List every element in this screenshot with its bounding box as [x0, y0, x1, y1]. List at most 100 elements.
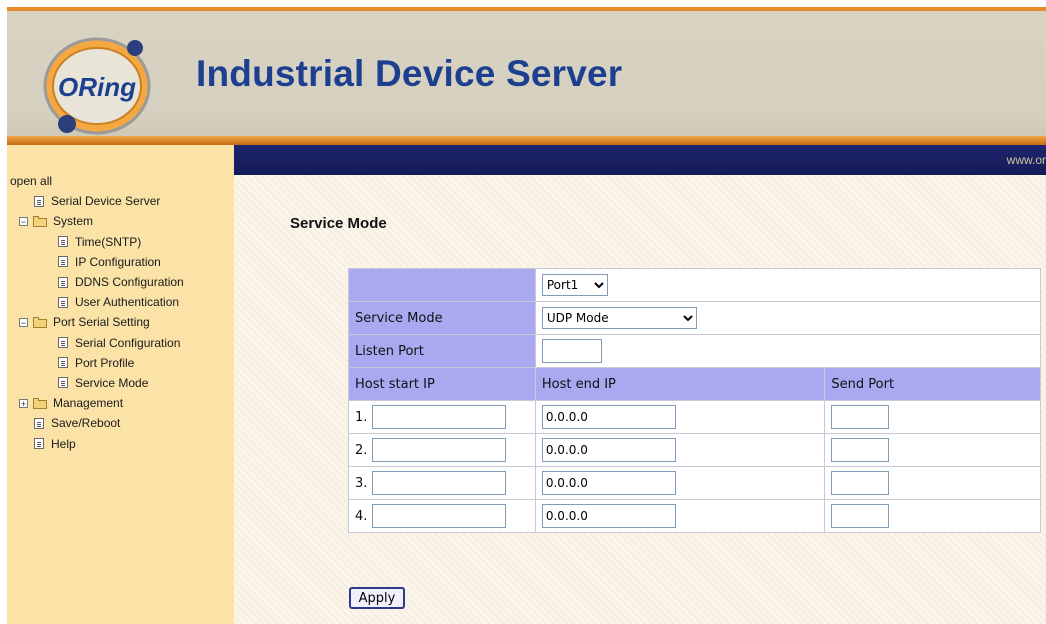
- page-header-title: Industrial Device Server: [196, 53, 623, 94]
- host-start-ip-input[interactable]: [371, 405, 506, 429]
- svg-text:ORing: ORing: [58, 72, 136, 102]
- host-end-ip-input[interactable]: [541, 438, 676, 462]
- table-cell: 2.: [348, 433, 536, 467]
- sidebar-item-label: IP Configuration: [75, 254, 161, 269]
- sidebar-item-label: System: [53, 214, 94, 229]
- table-cell: [348, 268, 536, 302]
- collapse-icon[interactable]: −: [19, 317, 28, 327]
- host-end-ip-input[interactable]: [541, 471, 676, 495]
- listen-port-label: Listen Port: [348, 334, 536, 368]
- sidebar-item-help[interactable]: Help: [10, 433, 184, 453]
- table-cell: Port1: [534, 268, 1042, 302]
- oring-logo: ORing: [43, 37, 151, 135]
- table-cell: [534, 400, 826, 434]
- table-cell: [534, 499, 826, 533]
- website-link[interactable]: www.or: [1007, 153, 1046, 167]
- table-row: 1.: [348, 400, 1041, 434]
- page-icon: [58, 357, 68, 369]
- table-cell: 3.: [348, 466, 536, 500]
- table-cell: 1.: [348, 400, 536, 434]
- row-number: 4.: [355, 509, 368, 524]
- page-icon: [34, 438, 44, 450]
- collapse-icon[interactable]: −: [19, 216, 28, 226]
- table-cell: [534, 433, 826, 467]
- table-cell: [824, 433, 1041, 467]
- sidebar-item-ddns-configuration[interactable]: DDNS Configuration: [10, 272, 184, 292]
- host-start-ip-input[interactable]: [371, 504, 506, 528]
- header-banner: ORing Industrial Device Server: [7, 11, 1046, 139]
- sidebar-item-serial-configuration[interactable]: Serial Configuration: [10, 333, 184, 353]
- sidebar-item-label: Service Mode: [75, 375, 149, 390]
- table-cell: [824, 400, 1041, 434]
- page-icon: [58, 296, 68, 308]
- header-bottom-rule: [7, 136, 1046, 145]
- row-number: 3.: [355, 476, 368, 491]
- column-header-host-start-ip: Host start IP: [348, 367, 536, 401]
- page-icon: [58, 276, 68, 288]
- folder-open-icon: [33, 215, 48, 227]
- apply-button[interactable]: Apply: [349, 587, 405, 609]
- sidebar-item-label: Serial Configuration: [75, 335, 181, 350]
- row-number: 1.: [355, 410, 368, 425]
- send-port-input[interactable]: [831, 504, 890, 528]
- host-end-ip-input[interactable]: [541, 504, 676, 528]
- table-cell: [824, 466, 1041, 500]
- sidebar-item-ip-configuration[interactable]: IP Configuration: [10, 252, 184, 272]
- nav-tree: open all Serial Device Server − System Ti…: [10, 171, 184, 454]
- sidebar-item-label: Port Serial Setting: [53, 315, 150, 330]
- host-end-ip-input[interactable]: [541, 405, 676, 429]
- table-header-row: Host start IP Host end IP Send Port: [348, 367, 1041, 401]
- sidebar-item-time-sntp[interactable]: Time(SNTP): [10, 232, 184, 252]
- page-icon: [34, 417, 44, 429]
- table-row: Service Mode UDP Mode: [348, 301, 1042, 335]
- folder-open-icon: [33, 316, 48, 328]
- expand-icon[interactable]: +: [19, 398, 28, 408]
- sidebar-item-management[interactable]: + Management: [10, 393, 184, 413]
- sidebar-item-label: Management: [53, 396, 124, 411]
- table-cell: [534, 334, 1042, 368]
- sidebar-item-save-reboot[interactable]: Save/Reboot: [10, 413, 184, 433]
- host-start-ip-input[interactable]: [371, 471, 506, 495]
- table-row: 3.: [348, 466, 1041, 500]
- folder-icon: [33, 397, 48, 409]
- sidebar-item-label: Save/Reboot: [51, 416, 121, 431]
- page-icon: [58, 337, 68, 349]
- column-header-send-port: Send Port: [824, 367, 1041, 401]
- table-row: 4.: [348, 499, 1041, 533]
- top-navbar: www.or: [234, 145, 1046, 175]
- page-icon: [34, 195, 44, 207]
- service-mode-table: Port1 Service Mode UDP Mode Listen Port …: [348, 268, 1042, 533]
- sidebar-item-label: Port Profile: [75, 355, 135, 370]
- sidebar-item-user-authentication[interactable]: User Authentication: [10, 292, 184, 312]
- sidebar-item-service-mode[interactable]: Service Mode: [10, 373, 184, 393]
- service-mode-select[interactable]: UDP Mode: [541, 307, 697, 329]
- sidebar-item-port-profile[interactable]: Port Profile: [10, 353, 184, 373]
- column-header-host-end-ip: Host end IP: [534, 367, 826, 401]
- send-port-input[interactable]: [831, 438, 890, 462]
- sidebar-item-label: Time(SNTP): [75, 234, 142, 249]
- table-row: 2.: [348, 433, 1041, 467]
- table-cell: 4.: [348, 499, 536, 533]
- sidebar: open all Serial Device Server − System Ti…: [7, 145, 234, 624]
- page-icon: [58, 256, 68, 268]
- table-row: Listen Port: [348, 334, 1042, 368]
- table-cell: UDP Mode: [534, 301, 1042, 335]
- main-content: www.or Service Mode Port1 Service Mode U…: [234, 145, 1046, 624]
- host-start-ip-input[interactable]: [371, 438, 506, 462]
- page-title: Service Mode: [290, 215, 387, 232]
- send-port-input[interactable]: [831, 471, 890, 495]
- service-mode-label: Service Mode: [348, 301, 536, 335]
- sidebar-item-label: DDNS Configuration: [75, 275, 184, 290]
- sidebar-item-label: Serial Device Server: [51, 194, 161, 209]
- send-port-input[interactable]: [831, 405, 890, 429]
- listen-port-input[interactable]: [541, 339, 602, 363]
- sidebar-open-all[interactable]: open all: [10, 171, 184, 191]
- table-cell: [534, 466, 826, 500]
- sidebar-item-label: Help: [51, 436, 76, 451]
- sidebar-item-port-serial-setting[interactable]: − Port Serial Setting: [10, 312, 184, 332]
- row-number: 2.: [355, 443, 368, 458]
- sidebar-item-system[interactable]: − System: [10, 211, 184, 231]
- sidebar-item-serial-device-server[interactable]: Serial Device Server: [10, 191, 184, 211]
- port-select[interactable]: Port1: [541, 274, 608, 296]
- sidebar-item-label: User Authentication: [75, 295, 180, 310]
